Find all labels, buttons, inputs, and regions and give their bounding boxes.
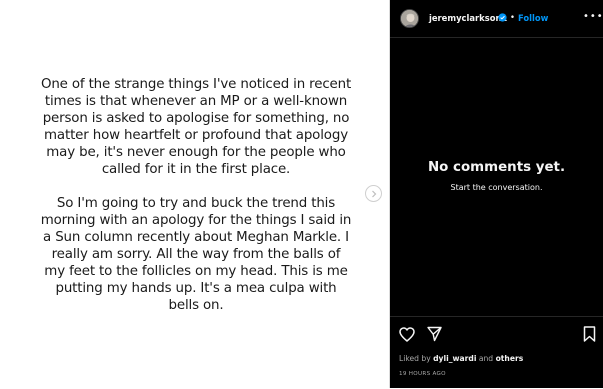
post-timestamp[interactable]: 19 HOURS AGO bbox=[399, 371, 446, 377]
post-paragraph-1: One of the strange things I've noticed i… bbox=[40, 77, 352, 177]
next-image-button[interactable] bbox=[365, 185, 382, 202]
post-caption-text: One of the strange things I've noticed i… bbox=[40, 76, 352, 331]
separator-dot: • bbox=[510, 12, 515, 22]
no-comments-title: No comments yet. bbox=[427, 160, 566, 175]
follow-button[interactable]: Follow bbox=[518, 13, 548, 23]
username[interactable]: jeremyclarkson1 bbox=[429, 13, 507, 23]
liked-by-text: Liked by dyli_wardi and others bbox=[399, 354, 523, 363]
liked-by-others-link[interactable]: others bbox=[496, 354, 524, 363]
start-conversation-text: Start the conversation. bbox=[450, 183, 543, 192]
paper-plane-icon[interactable] bbox=[427, 326, 442, 342]
more-options-icon[interactable]: ••• bbox=[583, 11, 603, 22]
bookmark-icon[interactable] bbox=[583, 326, 596, 342]
chevron-right-icon bbox=[372, 190, 377, 198]
post-header: jeremyclarkson1 • Follow ••• bbox=[390, 0, 603, 38]
comments-panel: jeremyclarkson1 • Follow ••• No comments… bbox=[390, 0, 603, 388]
post-image: One of the strange things I've noticed i… bbox=[0, 0, 390, 388]
liked-by-user-link[interactable]: dyli_wardi bbox=[433, 354, 476, 363]
liked-by-and: and bbox=[478, 354, 494, 363]
verified-badge-icon bbox=[498, 13, 507, 22]
post-actions: Liked by dyli_wardi and others 19 HOURS … bbox=[390, 316, 603, 389]
post-paragraph-2: So I'm going to try and buck the trend t… bbox=[40, 196, 352, 313]
avatar-image bbox=[401, 10, 418, 27]
heart-icon[interactable] bbox=[399, 327, 415, 342]
liked-by-prefix: Liked by bbox=[399, 354, 431, 363]
avatar[interactable] bbox=[400, 9, 419, 28]
